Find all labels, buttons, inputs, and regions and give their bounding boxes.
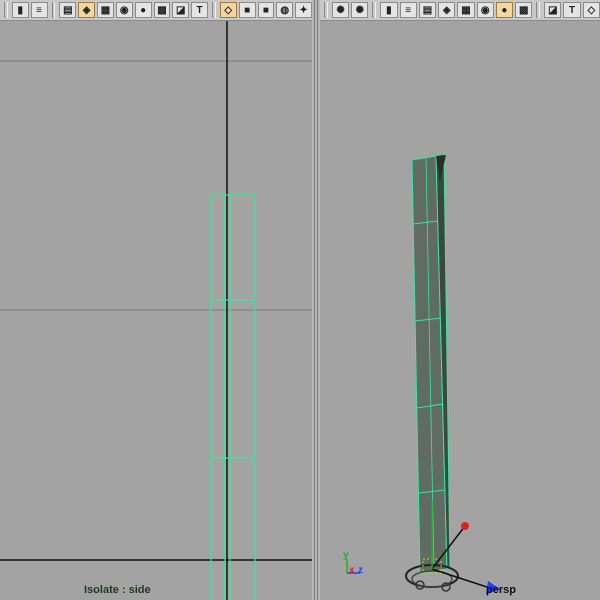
film-gate-icon[interactable]: ▦	[97, 2, 114, 18]
side-viewport-canvas[interactable]	[0, 21, 312, 600]
persp-viewport-canvas[interactable]	[320, 21, 600, 600]
uv-icon[interactable]: ◪	[544, 2, 562, 18]
side-viewport[interactable]	[0, 21, 312, 600]
grid-icon[interactable]: ▤	[59, 2, 77, 18]
grid-icon[interactable]: ▤	[418, 2, 437, 18]
shaded-cube-icon[interactable]: ■	[238, 2, 256, 18]
toolbar-separator	[4, 2, 8, 18]
xray-cube-icon[interactable]: ◇	[219, 2, 237, 18]
render-stack-icon[interactable]: ≡	[399, 2, 417, 18]
pillar-mesh	[411, 153, 451, 574]
dark-cube-icon[interactable]: ■	[257, 2, 275, 18]
lighting-sphere-icon[interactable]: ●	[134, 2, 152, 18]
side-panel-toolbar: ▮ ≡ ▤ ◈ ▦ ◉ ● ▩ ◪ T ◇ ■ ■ ◍ ✦	[0, 0, 312, 21]
isolate-label: Isolate : side	[84, 584, 151, 596]
bookmark-icon[interactable]: ▮	[380, 2, 398, 18]
wireframe-on-shaded-icon[interactable]: ◈	[438, 2, 456, 18]
text-icon[interactable]: T	[563, 2, 581, 18]
persp-viewport[interactable]: y x z	[320, 21, 600, 600]
film-gate-icon[interactable]: ▦	[457, 2, 475, 18]
toolbar-separator	[212, 2, 216, 18]
axis-label-x: x	[349, 565, 355, 576]
toolbar-separator	[324, 2, 328, 18]
light-bulb-icon[interactable]: ✦	[295, 2, 312, 18]
camera-attributes-icon[interactable]: ✺	[351, 2, 369, 18]
lighting-sphere-icon[interactable]: ●	[495, 2, 514, 18]
toolbar-separator	[536, 2, 541, 18]
camera-icon[interactable]: ✺	[331, 2, 350, 18]
texture-icon[interactable]: ▩	[153, 2, 171, 18]
persp-panel-toolbar: ✺ ✺ ▮ ≡ ▤ ◈ ▦ ◉ ● ▩ ◪ T ◇	[320, 0, 600, 21]
xray-cube-icon[interactable]: ◇	[582, 2, 600, 18]
uv-icon[interactable]: ◪	[172, 2, 190, 18]
texture-icon[interactable]: ▩	[515, 2, 533, 18]
render-stack-icon[interactable]: ≡	[30, 2, 48, 18]
smooth-shade-icon[interactable]: ◍	[276, 2, 294, 18]
toolbar-separator	[51, 2, 56, 18]
text-icon[interactable]: T	[191, 2, 208, 18]
panel-divider[interactable]	[312, 0, 320, 600]
axis-label-y: y	[343, 550, 349, 561]
bookmark-icon[interactable]: ▮	[11, 2, 29, 18]
toolbar-separator	[372, 2, 377, 18]
axis-label-z: z	[358, 565, 363, 576]
resolution-gate-icon[interactable]: ◉	[476, 2, 494, 18]
viewport-panel-side[interactable]: ▮ ≡ ▤ ◈ ▦ ◉ ● ▩ ◪ T ◇ ■ ■ ◍ ✦ Isolate : side	[0, 0, 312, 600]
viewport-panel-persp[interactable]: ✺ ✺ ▮ ≡ ▤ ◈ ▦ ◉ ● ▩ ◪ T ◇ y x z persp	[320, 0, 600, 600]
camera-label-persp: persp	[486, 584, 516, 596]
resolution-gate-icon[interactable]: ◉	[115, 2, 133, 18]
wireframe-on-shaded-icon[interactable]: ◈	[78, 2, 96, 18]
pillar-wireframe	[210, 194, 256, 600]
